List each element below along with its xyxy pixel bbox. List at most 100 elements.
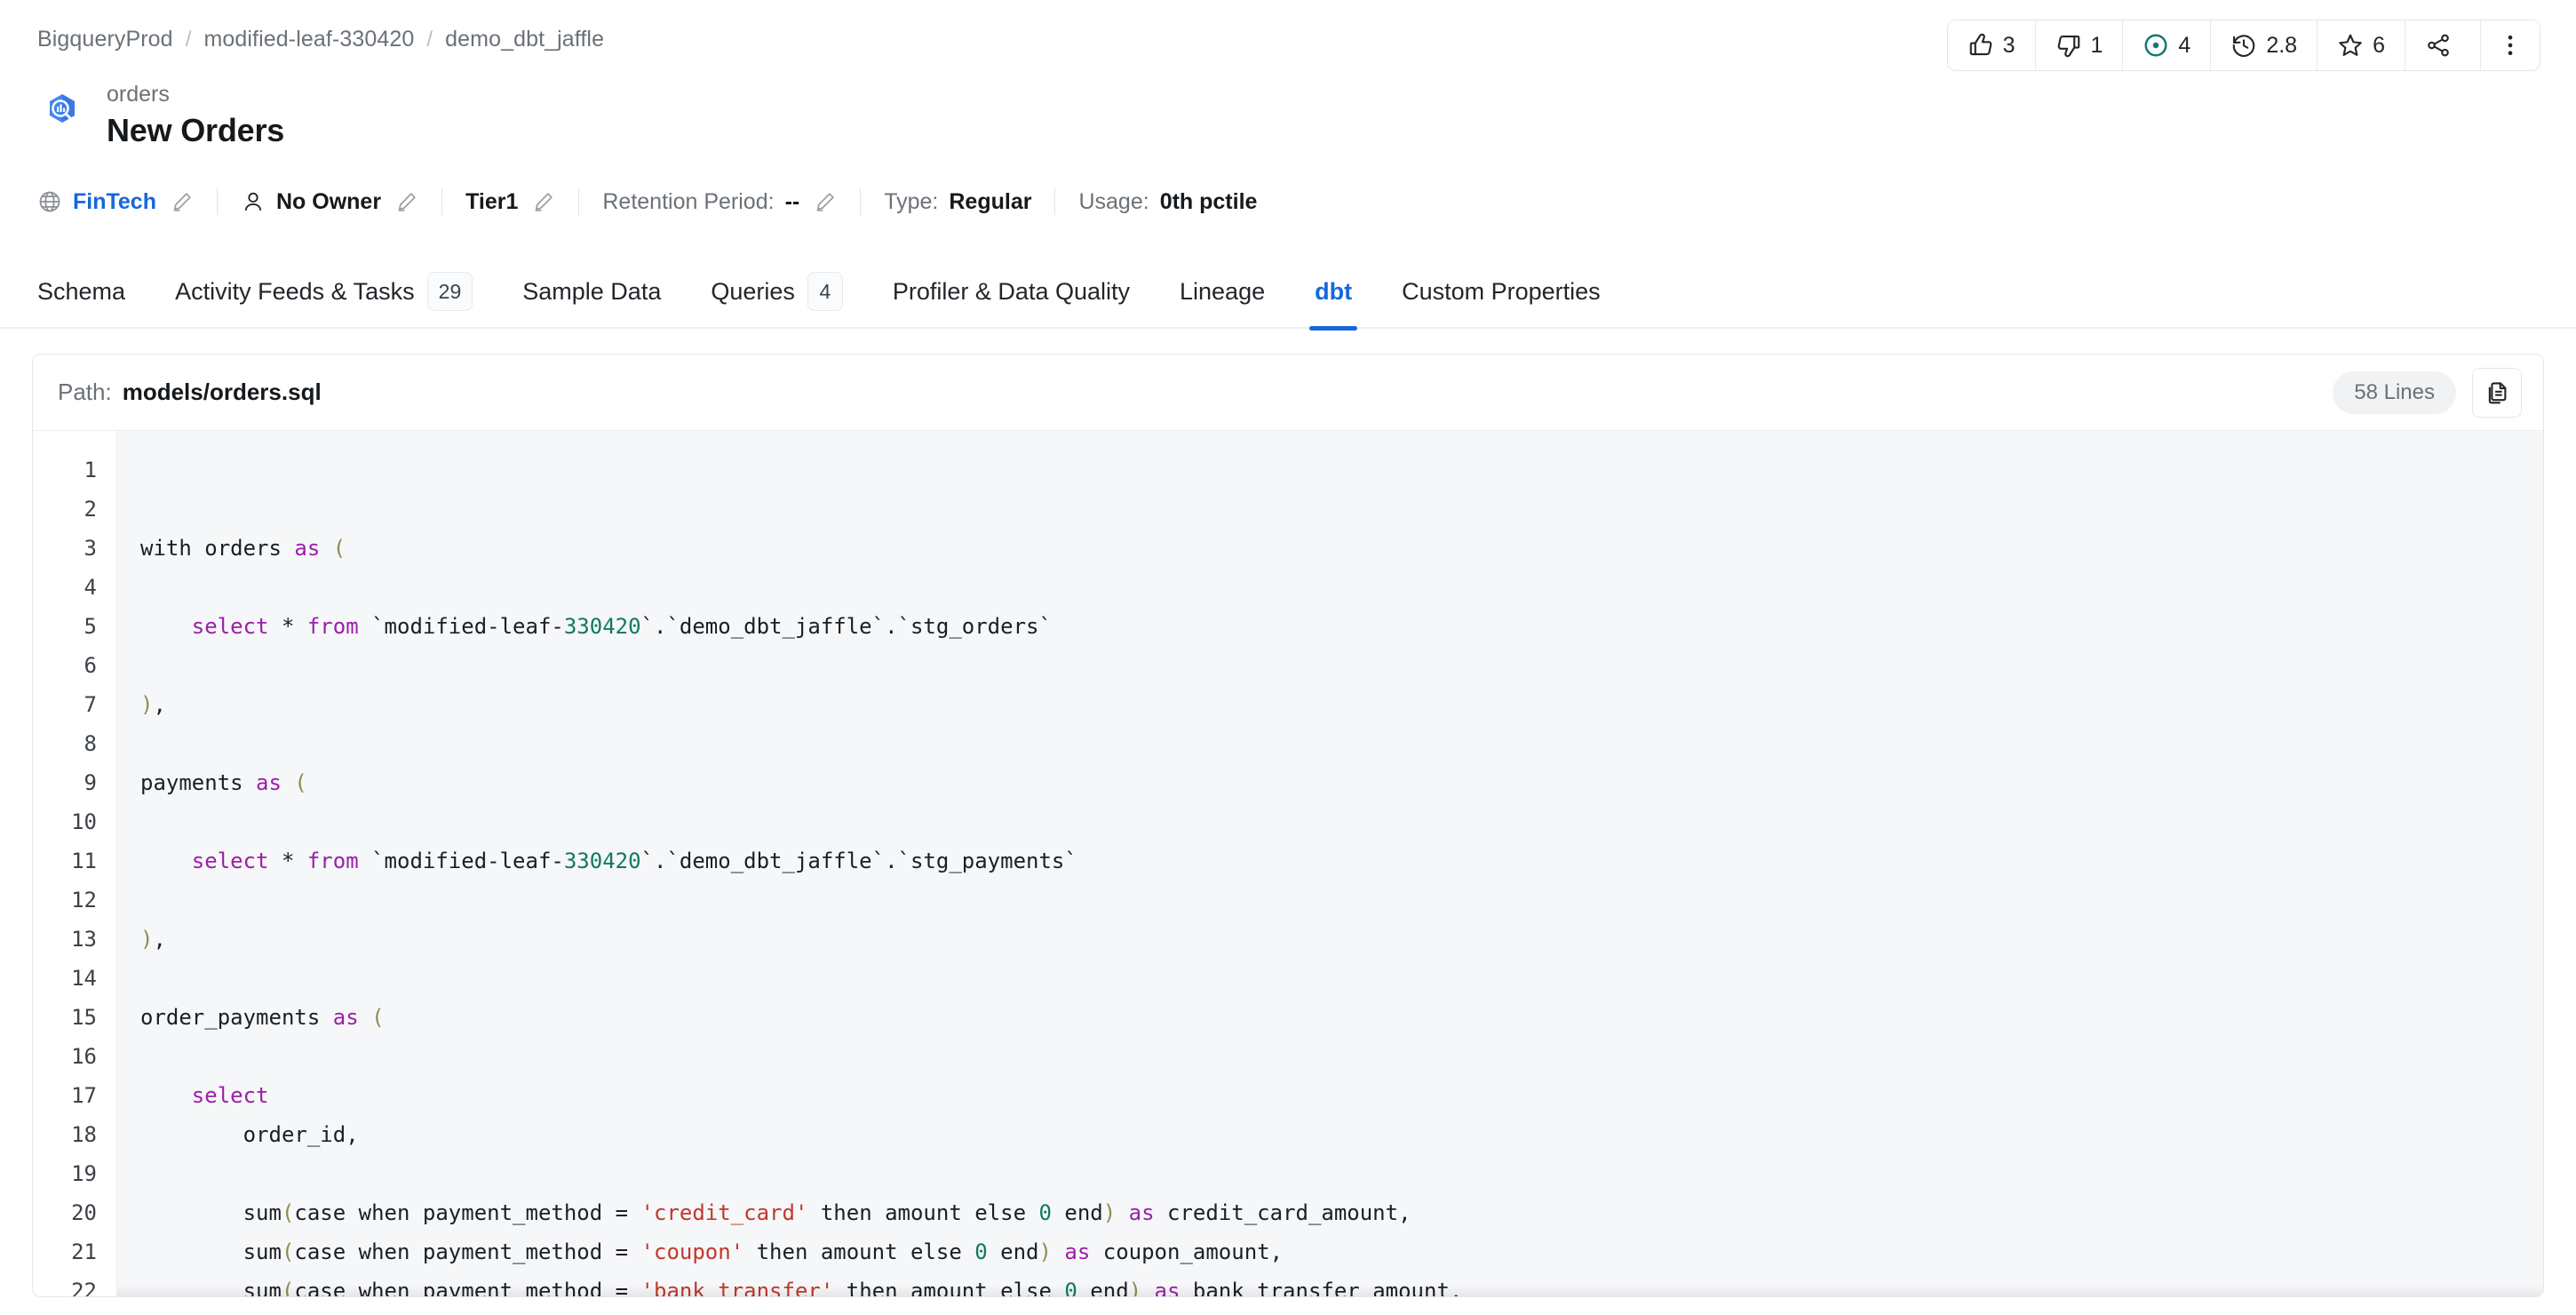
code-token: ) [1102,1200,1117,1225]
more-menu-button[interactable] [2481,20,2540,70]
code-token: 330420 [563,849,641,873]
code-token: case when payment_method = [294,1200,641,1225]
line-number: 22 [71,1279,97,1297]
pencil-icon[interactable] [171,190,194,213]
code-line: order_payments as ( [140,998,2543,1037]
star-count: 6 [2373,32,2385,58]
tab-badge: 29 [426,272,473,311]
line-number: 13 [71,927,97,952]
code-token: coupon_amount, [1090,1239,1284,1264]
tab-schema[interactable]: Schema [37,254,150,329]
tab-activity-feeds-tasks[interactable]: Activity Feeds & Tasks 29 [150,254,497,329]
pencil-icon[interactable] [532,190,555,213]
meta-type: Type: Regular [884,189,1031,215]
code-token: 0 [974,1239,988,1264]
upvote-button[interactable]: 3 [1947,20,2036,70]
more-vertical-icon [2497,32,2524,59]
retention-label: Retention Period: [602,188,775,214]
breadcrumb-item-schema[interactable]: demo_dbt_jaffle [445,27,604,52]
code-token: as [1064,1239,1091,1264]
code-token: credit_card_amount, [1154,1200,1411,1225]
meta-divider [578,188,580,215]
line-number: 18 [71,1122,97,1147]
line-number: 7 [83,692,97,717]
breadcrumb-item-service[interactable]: BigqueryProd [37,27,173,52]
entity-tabs: Schema Activity Feeds & Tasks 29 Sample Dat… [0,254,2576,331]
page-title: New Orders [107,112,285,148]
freshness-button[interactable]: 2.8 [2211,20,2318,70]
tab-queries[interactable]: Queries 4 [686,254,868,329]
tab-sample-data[interactable]: Sample Data [497,254,686,329]
code-token: 0 [1064,1279,1077,1297]
line-number: 9 [83,770,97,795]
code-token: as [1128,1200,1155,1225]
share-button[interactable] [2405,20,2481,70]
code-line: select [140,1076,2543,1115]
line-number: 15 [71,1005,97,1030]
owner-value: No Owner [275,188,382,214]
tab-custom-properties[interactable]: Custom Properties [1377,254,1626,329]
tab-lineage[interactable]: Lineage [1155,254,1290,329]
line-number: 19 [71,1161,97,1186]
code-token: ( [294,770,307,795]
code-line: ), [140,685,2543,724]
tab-label: Lineage [1180,277,1266,305]
history-clock-icon [2230,32,2257,59]
upvote-count: 3 [2002,32,2015,58]
breadcrumb-separator: / [426,27,433,52]
star-icon [2337,32,2364,59]
code-token: select [191,849,269,873]
domain-value[interactable]: FinTech [73,189,156,215]
code-token: select [191,614,269,639]
line-number: 14 [71,966,97,991]
pencil-icon[interactable] [814,190,837,213]
breadcrumb-item-database[interactable]: modified-leaf-330420 [203,27,414,52]
code-token: order_id, [140,1122,359,1147]
code-token: `.`demo_dbt_jaffle`.`stg_orders` [640,614,1052,639]
code-token: then amount else [743,1239,975,1264]
breadcrumb: BigqueryProd / modified-leaf-330420 / de… [37,27,604,52]
code-token: 'credit_card' [640,1200,808,1225]
code-token: , [153,692,166,717]
line-number: 11 [71,849,97,873]
code-token: ) [1128,1279,1142,1297]
code-content[interactable]: with orders as ( select * from `modified… [117,431,2543,1297]
star-button[interactable]: 6 [2318,20,2405,70]
tab-badge: 4 [807,272,843,311]
line-number: 6 [83,653,97,678]
line-number: 5 [83,614,97,639]
meta-domain: FinTech [37,189,194,215]
tab-label: Queries [711,277,795,305]
code-token: order_payments [140,1005,333,1030]
code-token: `modified-leaf- [358,614,564,639]
incidents-button[interactable]: 4 [2123,20,2212,70]
share-icon [2425,32,2452,59]
code-token: sum [140,1279,282,1297]
incidents-count: 4 [2178,32,2191,58]
entity-meta-row: FinTech No Owner Tier1 Retention Period:… [37,182,1257,221]
path-value: models/orders.sql [122,379,322,405]
meta-usage: Usage: 0th pctile [1078,189,1257,215]
pencil-icon[interactable] [395,190,418,213]
copy-code-button[interactable] [2472,367,2522,418]
dbt-model-panel: Path: models/orders.sql 58 Lines 1 2 3 4… [32,354,2544,1297]
code-token: then amount else [833,1279,1065,1297]
code-viewer[interactable]: 1 2 3 4 5 6 7 8 9 10 11 12 13 14 15 16 17 18 19 20 21 22 with… [33,431,2543,1297]
code-panel-header: Path: models/orders.sql 58 Lines [33,355,2543,431]
tab-dbt[interactable]: dbt [1290,254,1377,331]
code-token: end [1077,1279,1129,1297]
downvote-button[interactable]: 1 [2035,20,2124,70]
code-token: ( [281,1279,295,1297]
tab-profiler-data-quality[interactable]: Profiler & Data Quality [868,254,1155,329]
code-token: sum [140,1239,282,1264]
